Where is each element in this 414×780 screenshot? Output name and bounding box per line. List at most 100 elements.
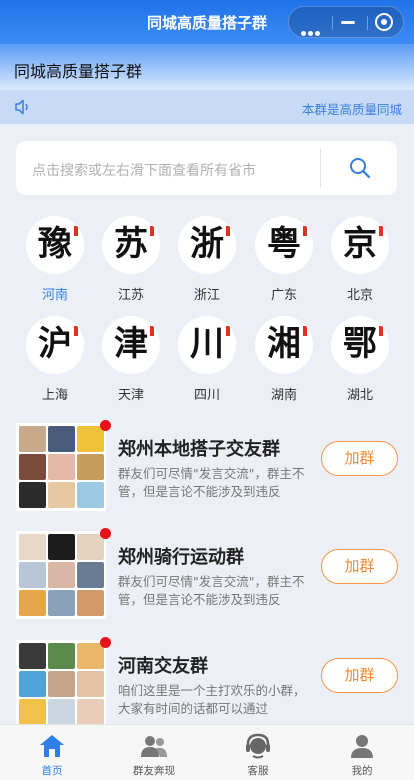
member-avatar [48, 534, 75, 560]
tab-support-label: 客服 [247, 765, 269, 777]
group-card[interactable]: 郑州本地搭子交友群群友们可尽情"发言交流"，群主不管，但是言论不能涉及到违反 加群 [0, 420, 414, 523]
home-icon [40, 735, 64, 757]
tab-home[interactable]: 首页 [12, 731, 92, 778]
province-item[interactable]: 苏江苏 [100, 216, 162, 303]
tab-mine[interactable]: 我的 [322, 731, 402, 778]
seal-mark [226, 326, 230, 336]
member-avatar [19, 699, 46, 725]
search-box[interactable]: 点击搜索或左右滑下面查看所有省市 [16, 141, 397, 195]
group-avatar-grid [16, 423, 106, 511]
tab-meetups[interactable]: 群友奔现 [114, 731, 194, 778]
province-item[interactable]: 浙浙江 [176, 216, 238, 303]
join-group-button[interactable]: 加群 [321, 441, 398, 476]
province-label: 上海 [41, 388, 68, 403]
member-avatar [48, 699, 75, 725]
province-badge-icon: 浙 [178, 216, 236, 274]
more-icon[interactable] [301, 21, 322, 40]
province-label: 北京 [346, 288, 373, 303]
member-avatar [77, 454, 104, 480]
notice-text: 本群是高质量同城 [301, 102, 402, 117]
member-avatar [19, 482, 46, 508]
users-icon [141, 736, 167, 757]
province-item[interactable]: 豫河南 [24, 216, 86, 303]
province-badge-icon: 粤 [255, 216, 313, 274]
tab-meetups-label: 群友奔现 [133, 765, 175, 777]
group-title: 河南交友群 [118, 656, 208, 677]
tab-support[interactable]: 客服 [218, 731, 298, 778]
province-badge-icon: 湘 [255, 316, 313, 374]
group-title: 郑州骑行运动群 [118, 547, 244, 568]
member-avatar [48, 562, 75, 588]
search-input[interactable]: 点击搜索或左右滑下面查看所有省市 [32, 160, 256, 180]
member-avatar [48, 643, 75, 669]
group-description: 群友们可尽情"发言交流"，群主不管，但是言论不能涉及到违反 [118, 574, 305, 607]
member-avatar [48, 454, 75, 480]
province-badge-icon: 津 [102, 316, 160, 374]
province-item[interactable]: 京北京 [329, 216, 391, 303]
province-badge-icon: 沪 [26, 316, 84, 374]
member-avatar [77, 699, 104, 725]
search-divider [320, 149, 321, 187]
province-item[interactable]: 川四川 [176, 316, 238, 403]
province-label: 湖北 [346, 388, 373, 403]
tab-home-label: 首页 [41, 765, 63, 777]
group-title: 郑州本地搭子交友群 [118, 439, 280, 460]
member-avatar [77, 643, 104, 669]
title-bar: 同城高质量搭子群 [0, 0, 414, 44]
province-label: 湖南 [270, 388, 297, 403]
group-header: 同城高质量搭子群 [0, 44, 414, 90]
search-icon[interactable] [348, 156, 372, 180]
province-badge-icon: 豫 [26, 216, 84, 274]
group-avatar-grid [16, 640, 106, 728]
seal-mark [74, 226, 78, 236]
province-label: 四川 [193, 388, 220, 403]
join-group-button[interactable]: 加群 [321, 658, 398, 693]
province-label: 河南 [41, 288, 68, 303]
unread-dot [100, 420, 111, 431]
join-group-button[interactable]: 加群 [321, 549, 398, 584]
seal-mark [226, 226, 230, 236]
headset-icon [246, 733, 270, 759]
member-avatar [19, 671, 46, 697]
province-item[interactable]: 津天津 [100, 316, 162, 403]
member-avatar [48, 426, 75, 452]
member-avatar [19, 454, 46, 480]
member-avatar [48, 482, 75, 508]
minimize-icon[interactable] [341, 21, 355, 24]
member-avatar [19, 426, 46, 452]
province-label: 天津 [117, 388, 144, 403]
province-item[interactable]: 粤广东 [253, 216, 315, 303]
unread-dot [100, 637, 111, 648]
seal-mark [74, 326, 78, 336]
group-description: 咱们这里是一个主打欢乐的小群，大家有时间的话都可以通过 [118, 683, 306, 716]
seal-mark [379, 326, 383, 336]
group-avatar-grid [16, 531, 106, 619]
speaker-icon [15, 99, 28, 115]
province-item[interactable]: 沪上海 [24, 316, 86, 403]
member-avatar [77, 562, 104, 588]
mini-program-capsule [288, 6, 404, 38]
close-icon[interactable] [375, 13, 393, 31]
province-badge-icon: 京 [331, 216, 389, 274]
province-item[interactable]: 鄂湖北 [329, 316, 391, 403]
province-badge-icon: 苏 [102, 216, 160, 274]
member-avatar [19, 643, 46, 669]
seal-mark [303, 326, 307, 336]
province-badge-icon: 川 [178, 316, 236, 374]
province-item[interactable]: 湘湖南 [253, 316, 315, 403]
tab-bar: 首页 群友奔现 客服 我的 [0, 724, 414, 780]
member-avatar [77, 671, 104, 697]
person-icon [351, 735, 373, 758]
seal-mark [303, 226, 307, 236]
member-avatar [77, 482, 104, 508]
province-label: 江苏 [117, 288, 144, 303]
member-avatar [19, 562, 46, 588]
group-card[interactable]: 郑州骑行运动群群友们可尽情"发言交流"，群主不管，但是言论不能涉及到违反 加群 [0, 528, 414, 631]
member-avatar [48, 590, 75, 616]
seal-mark [150, 326, 154, 336]
tab-mine-label: 我的 [351, 765, 373, 777]
province-badge-icon: 鄂 [331, 316, 389, 374]
group-description: 群友们可尽情"发言交流"，群主不管，但是言论不能涉及到违反 [118, 466, 305, 499]
province-label: 浙江 [193, 288, 220, 303]
member-avatar [48, 671, 75, 697]
